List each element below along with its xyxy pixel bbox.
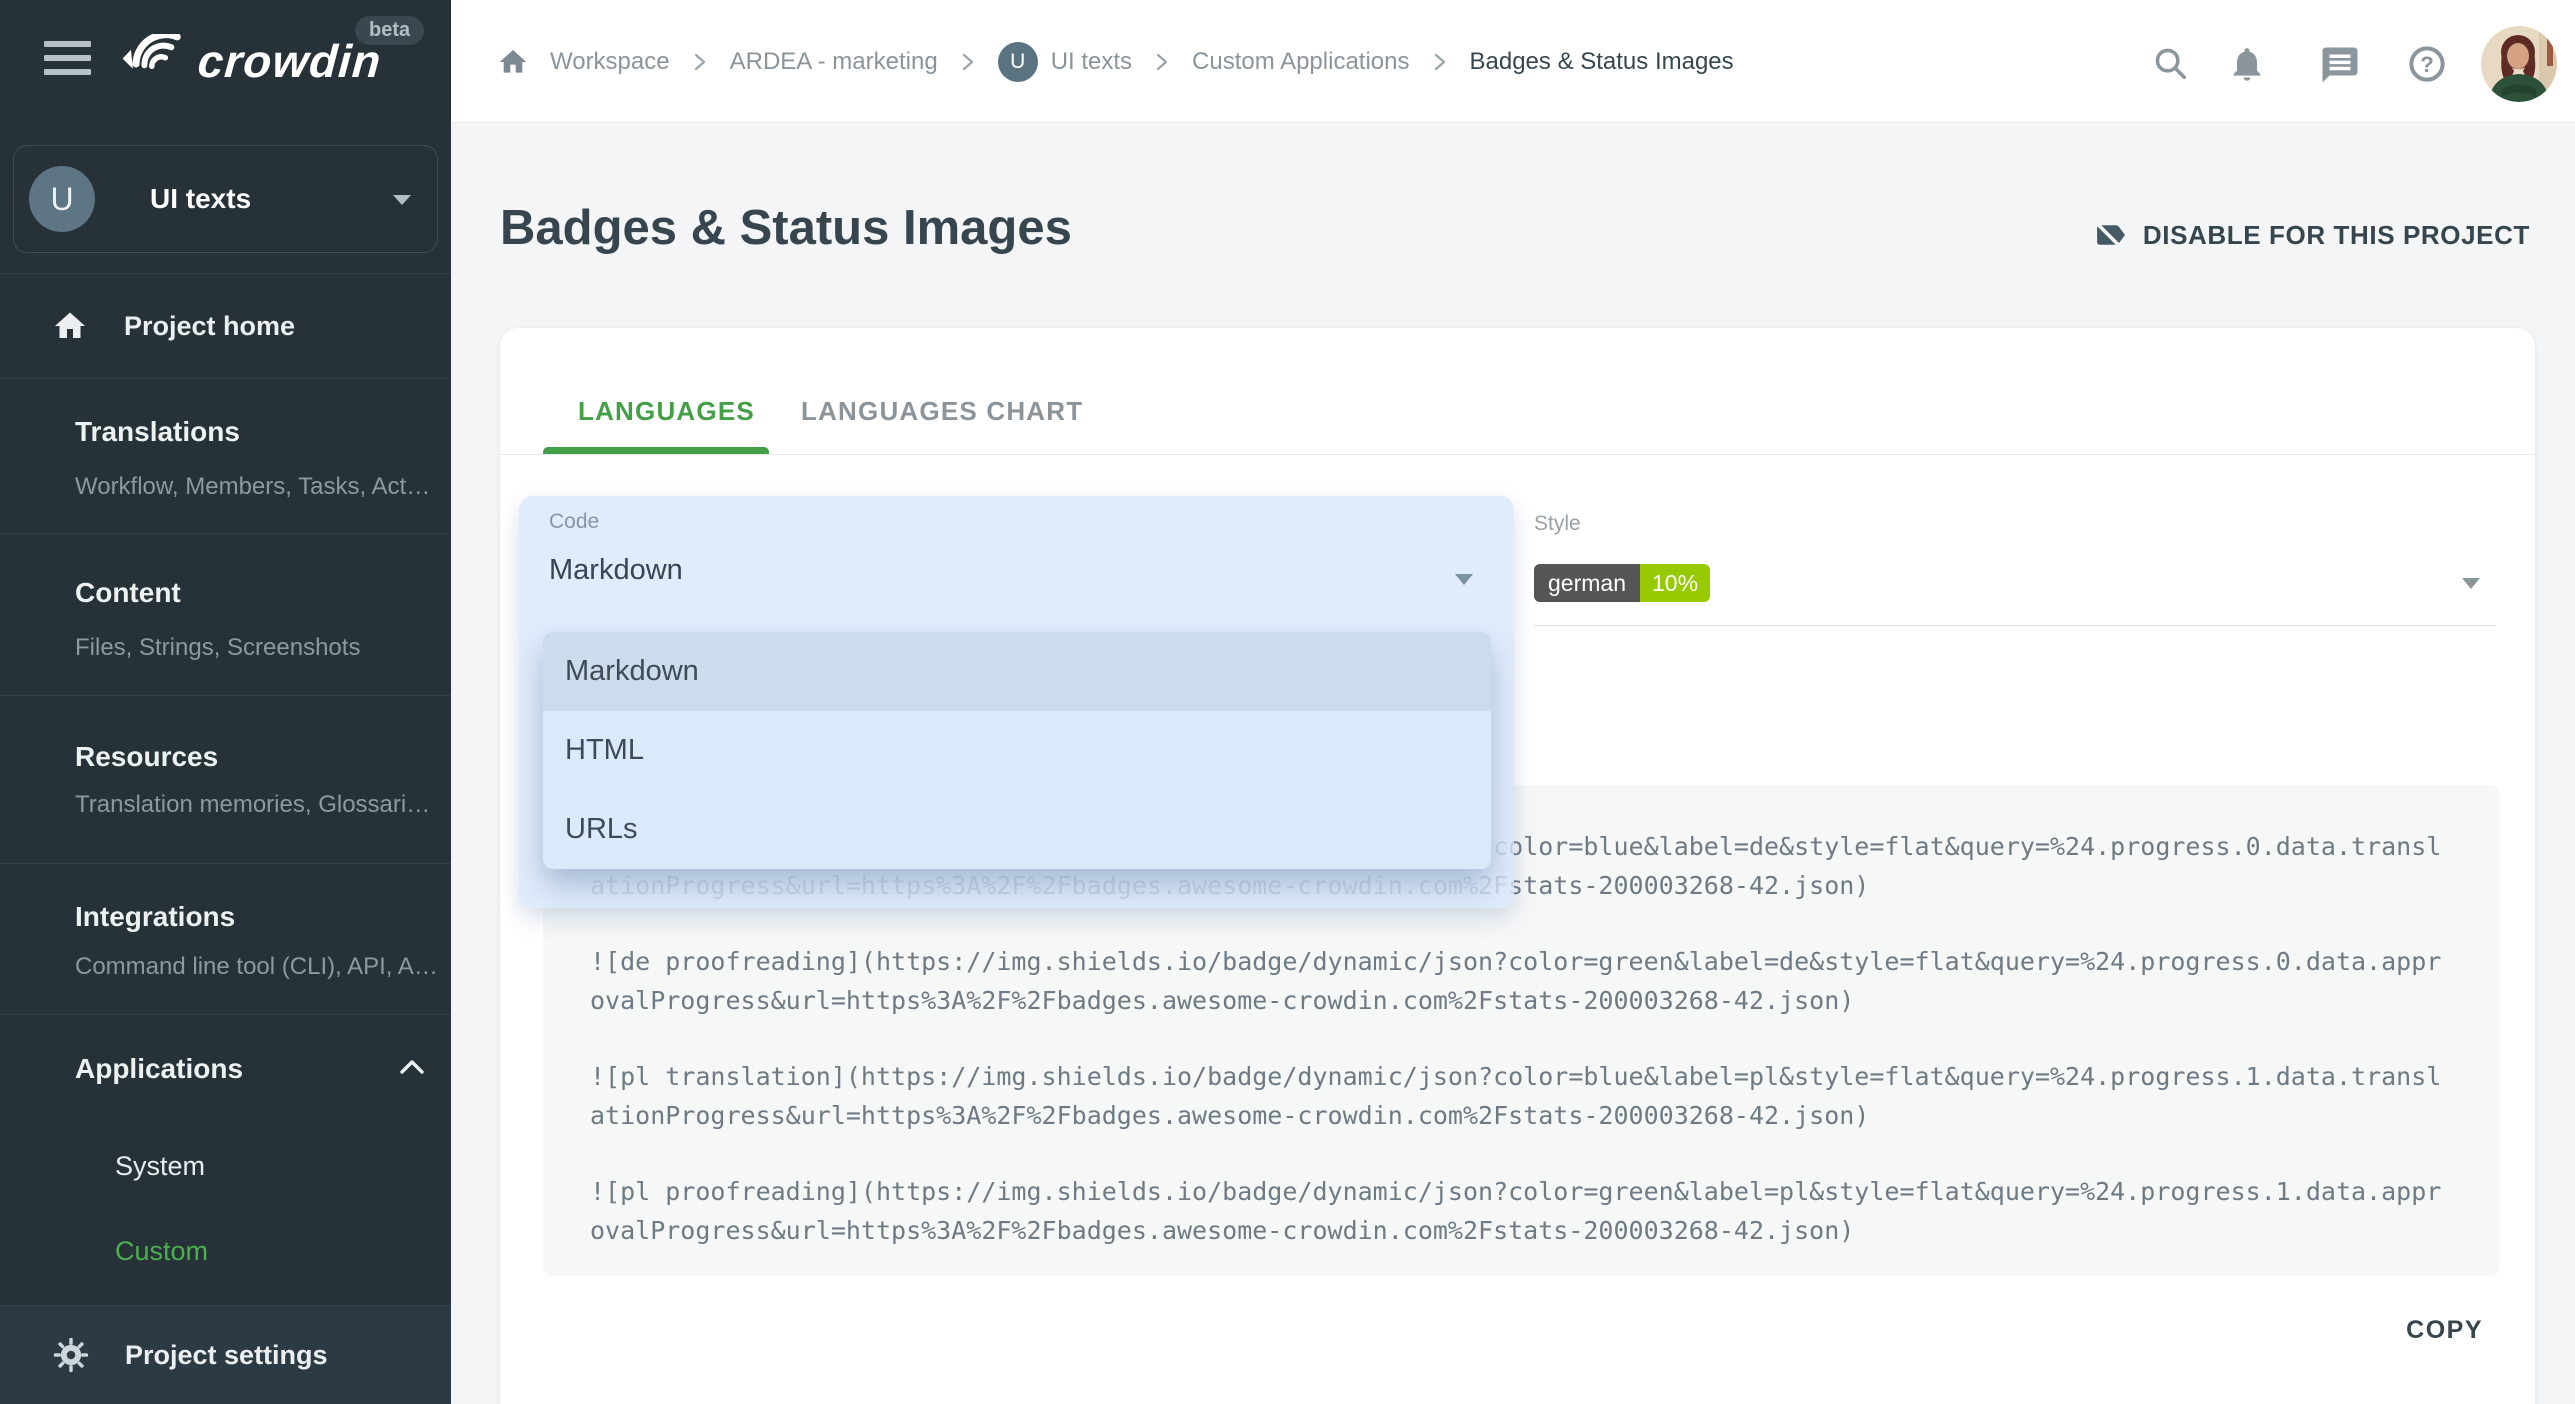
page-title: Badges & Status Images: [500, 200, 1072, 256]
breadcrumb-item-ui-texts[interactable]: U UI texts: [998, 42, 1132, 82]
sidebar-item-project-settings[interactable]: Project settings: [0, 1305, 451, 1404]
messages-chat-icon[interactable]: [2319, 44, 2361, 86]
disable-for-project-button[interactable]: DISABLE FOR THIS PROJECT: [2092, 217, 2530, 253]
chevron-right-icon: [959, 52, 977, 72]
project-avatar: U: [29, 166, 95, 232]
sidebar-item-project-home[interactable]: Project home: [0, 295, 451, 357]
breadcrumb: Workspace ARDEA - marketing U UI texts C…: [497, 0, 1734, 123]
style-select[interactable]: german 10%: [1534, 564, 2496, 624]
topbar: Workspace ARDEA - marketing U UI texts C…: [451, 0, 2575, 123]
badges-card: LANGUAGES LANGUAGES CHART ![de translati…: [500, 328, 2535, 1404]
chevron-right-icon: [691, 52, 709, 72]
tab-languages[interactable]: LANGUAGES: [578, 396, 755, 427]
main-content: Badges & Status Images DISABLE FOR THIS …: [451, 123, 2575, 1404]
badge-language-label: german: [1534, 564, 1640, 602]
gear-icon: [52, 1336, 90, 1374]
chevron-up-icon[interactable]: [399, 1058, 425, 1076]
breadcrumb-item-current: Badges & Status Images: [1470, 48, 1734, 76]
project-selector[interactable]: U UI texts: [13, 145, 438, 253]
dropdown-option-urls[interactable]: URLs: [543, 790, 1491, 869]
chevron-down-icon: [393, 195, 411, 205]
divider: [0, 863, 451, 864]
project-avatar: U: [998, 42, 1038, 82]
sidebar-item-translations[interactable]: Translations: [75, 415, 435, 449]
breadcrumb-item-custom-applications[interactable]: Custom Applications: [1192, 48, 1409, 76]
sidebar-item-label: Project settings: [125, 1340, 328, 1371]
style-select-label: Style: [1534, 512, 1581, 536]
app-root: crowdin beta U UI texts Project home Tra…: [0, 0, 2575, 1404]
divider: [500, 454, 2535, 455]
sidebar-item-system[interactable]: System: [115, 1151, 205, 1182]
sidebar: crowdin beta U UI texts Project home Tra…: [0, 0, 451, 1404]
dropdown-option-html[interactable]: HTML: [543, 711, 1491, 790]
code-select-dropdown: Markdown HTML URLs: [543, 632, 1491, 869]
chevron-right-icon: [1431, 52, 1449, 72]
sidebar-item-integrations-subtitle: Command line tool (CLI), API, A…: [75, 952, 441, 982]
divider: [0, 273, 451, 274]
sidebar-item-content[interactable]: Content: [75, 576, 435, 610]
crowdin-logo-mark-icon: [118, 34, 192, 90]
sidebar-item-label: Project home: [124, 311, 295, 342]
divider: [0, 533, 451, 534]
label-off-icon: [2092, 217, 2128, 253]
crowdin-logo[interactable]: crowdin beta: [118, 26, 418, 92]
user-avatar[interactable]: [2481, 26, 2557, 102]
code-select-value[interactable]: Markdown: [549, 554, 683, 587]
code-line: ![pl proofreading](https://img.shields.i…: [590, 1172, 2452, 1250]
sidebar-item-resources[interactable]: Resources: [75, 740, 435, 774]
breadcrumb-item-workspace[interactable]: Workspace: [550, 48, 670, 76]
divider: [1534, 625, 2496, 626]
code-select-label: Code: [549, 510, 599, 534]
disable-button-label: DISABLE FOR THIS PROJECT: [2143, 220, 2530, 251]
beta-badge: beta: [355, 16, 424, 45]
code-line: ![pl translation](https://img.shields.io…: [590, 1057, 2452, 1135]
notifications-bell-icon[interactable]: [2227, 44, 2267, 84]
divider: [0, 378, 451, 379]
badge-progress-value: 10%: [1640, 564, 1710, 602]
chevron-down-icon: [1455, 574, 1473, 585]
breadcrumb-item-project-group[interactable]: ARDEA - marketing: [730, 48, 938, 76]
copy-button[interactable]: COPY: [2406, 1316, 2483, 1345]
sidebar-item-applications[interactable]: Applications: [75, 1053, 243, 1085]
sidebar-item-resources-subtitle: Translation memories, Glossari…: [75, 790, 441, 820]
language-progress-badge: german 10%: [1534, 564, 1710, 602]
code-line: ![de proofreading](https://img.shields.i…: [590, 942, 2452, 1020]
sidebar-item-content-subtitle: Files, Strings, Screenshots: [75, 633, 441, 663]
help-icon[interactable]: ?: [2407, 44, 2447, 84]
sidebar-item-integrations[interactable]: Integrations: [75, 900, 435, 934]
project-name: UI texts: [150, 183, 251, 215]
divider: [0, 695, 451, 696]
dropdown-option-markdown[interactable]: Markdown: [543, 632, 1491, 711]
chevron-down-icon: [2462, 578, 2480, 589]
crowdin-logo-text: crowdin: [196, 34, 383, 88]
menu-icon[interactable]: [44, 41, 91, 77]
chevron-right-icon: [1153, 52, 1171, 72]
home-icon[interactable]: [497, 46, 529, 78]
divider: [0, 1014, 451, 1015]
sidebar-item-translations-subtitle: Workflow, Members, Tasks, Act…: [75, 472, 441, 502]
tab-languages-chart[interactable]: LANGUAGES CHART: [801, 396, 1083, 427]
sidebar-item-custom[interactable]: Custom: [115, 1236, 208, 1267]
search-icon[interactable]: [2151, 44, 2189, 82]
svg-text:?: ?: [2420, 52, 2434, 77]
home-icon: [52, 308, 88, 344]
